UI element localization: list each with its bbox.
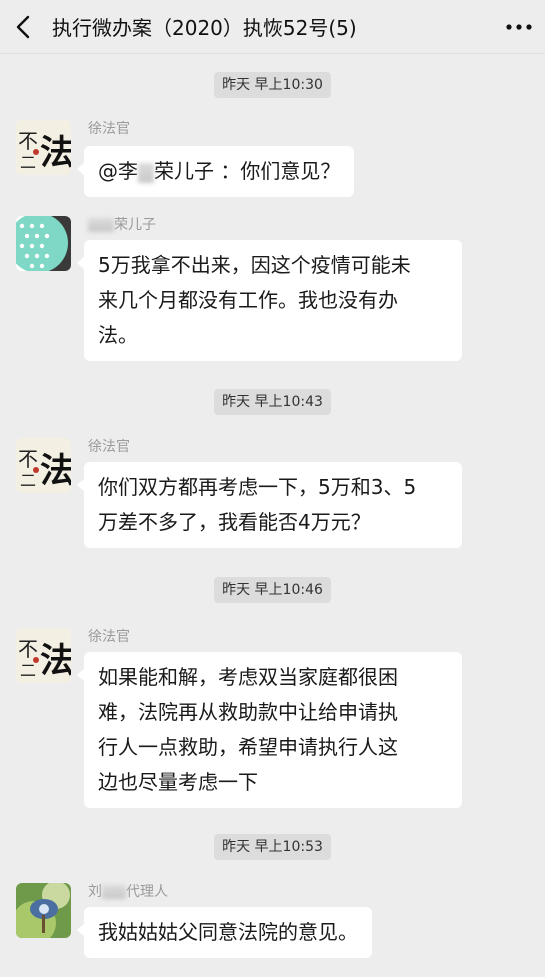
avatar-judge[interactable]: 不 二 法 [16, 438, 71, 493]
avatar-judge[interactable]: 不 二 法 [16, 120, 71, 175]
svg-text:二: 二 [20, 661, 36, 680]
chat-title: 执行微办案（2020）执恢52号(5) [52, 16, 357, 40]
message-text: 荣儿子 ：你们意见？ [154, 159, 341, 183]
avatar-son[interactable] [16, 216, 71, 271]
message-bubble[interactable]: 我姑姑姑父同意法院的意见。 [77, 907, 372, 958]
message-text-line: 万差不多了，我看能否4万元？ [98, 510, 371, 534]
message-text-line: 难，法院再从救助款中让给申请执 [98, 700, 398, 724]
timestamp-label: 昨天 早上10:46 [214, 577, 331, 603]
message-text-line: 法。 [98, 323, 138, 347]
message-text: 我姑姑姑父同意法院的意见。 [98, 920, 358, 944]
message-bubble[interactable]: 你们双方都再考虑一下，5万和3、5 万差不多了，我看能否4万元？ [77, 462, 462, 548]
message-bubble[interactable]: 5万我拿不出来，因这个疫情可能未 来几个月都没有工作。我也没有办 法。 [77, 240, 462, 361]
message-text-line: 如果能和解，考虑双当家庭都很困 [98, 665, 398, 689]
chevron-left-icon [16, 15, 30, 38]
chat-header: 执行微办案（2020）执恢52号(5) [0, 0, 545, 54]
sender-name: 徐法官 [88, 439, 130, 455]
message-text-line: 5万我拿不出来，因这个疫情可能未 [98, 253, 411, 277]
redacted-mark [88, 218, 114, 232]
sender-name: 荣儿子 [88, 214, 156, 234]
avatar-agent[interactable] [16, 883, 71, 938]
redacted-mark [138, 162, 154, 183]
timestamp-label: 昨天 早上10:53 [214, 834, 331, 860]
more-dots-icon [506, 23, 532, 30]
svg-text:二: 二 [20, 471, 36, 490]
timestamp: 昨天 早上10:43 [0, 389, 545, 415]
timestamp: 昨天 早上10:53 [0, 834, 545, 860]
redacted-mark [102, 885, 126, 899]
timestamp: 昨天 早上10:46 [0, 577, 545, 603]
sender-name: 徐法官 [88, 629, 130, 645]
message-text-line: 来几个月都没有工作。我也没有办 [98, 288, 398, 312]
back-button[interactable] [0, 0, 46, 54]
message-bubble[interactable]: @李 荣儿子 ：你们意见？ [76, 146, 355, 197]
sender-name: 徐法官 [88, 121, 130, 137]
sender-name: 刘代理人 [88, 884, 168, 900]
message-text-line: 边也尽量考虑一下 [98, 770, 258, 794]
svg-text:法: 法 [40, 133, 71, 173]
avatar-judge[interactable]: 不 二 法 [16, 628, 71, 683]
timestamp-label: 昨天 早上10:43 [214, 389, 331, 415]
message-text-line: 行人一点救助，希望申请执行人这 [98, 735, 398, 759]
chat-area[interactable]: 昨天 早上10:30 不 二 法 徐法官 @李 荣儿子 ：你们意见？ 荣儿子 5… [0, 54, 545, 977]
message-bubble[interactable]: 如果能和解，考虑双当家庭都很困 难，法院再从救助款中让给申请执 行人一点救助，希… [77, 652, 462, 808]
message-text: @李 [98, 159, 138, 183]
more-button[interactable] [493, 0, 545, 54]
svg-text:法: 法 [40, 641, 71, 681]
timestamp: 昨天 早上10:30 [0, 72, 545, 98]
svg-text:法: 法 [40, 451, 71, 491]
svg-text:二: 二 [20, 153, 36, 172]
message-text-line: 你们双方都再考虑一下，5万和3、5 [98, 475, 417, 499]
timestamp-label: 昨天 早上10:30 [214, 72, 331, 98]
